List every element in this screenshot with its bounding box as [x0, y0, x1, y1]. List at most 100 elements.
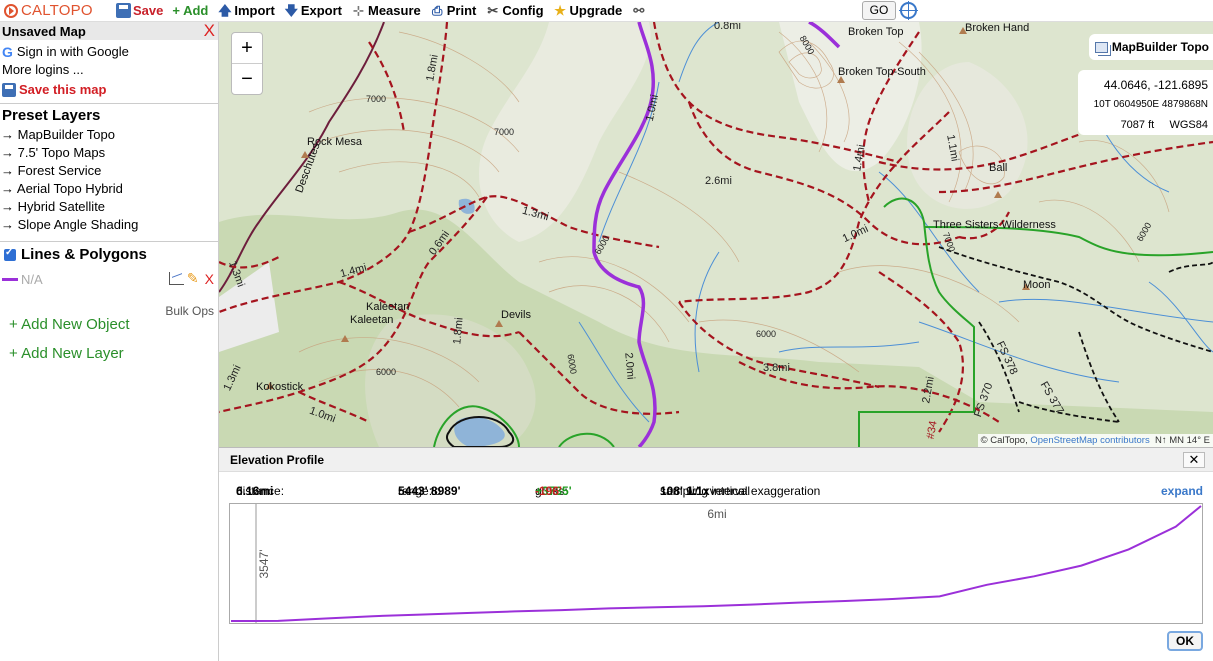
exaggeration-label: vertical exaggeration [709, 484, 821, 498]
sampling-stat: sampling interval 108' w/ 1.1x vertical … [660, 484, 820, 498]
elevation-profile-title: Elevation Profile [230, 452, 325, 467]
base-layer-selector[interactable]: MapBuilder Topo [1088, 34, 1213, 60]
import-label: Import [234, 3, 275, 18]
coordinate-readout: 44.0646, -121.6895 10T 0604950E 4879868N… [1078, 70, 1213, 135]
google-icon: G [2, 44, 13, 60]
preset-layer-mapbuilder-topo[interactable]: → MapBuilder Topo [0, 126, 218, 144]
save-this-map-label: Save this map [19, 82, 107, 97]
place-label: Kaleetan [366, 301, 410, 313]
binoculars-icon: ⚯ [633, 3, 645, 18]
place-label: Kaleetan [350, 314, 394, 326]
save-icon [2, 83, 16, 97]
zoom-control: + − [231, 32, 263, 95]
top-toolbar: CALTOPO Save + Add 🡅 Import 🡇 Export ⊹ M… [0, 0, 1213, 22]
ok-button[interactable]: OK [1167, 631, 1203, 651]
more-logins-link[interactable]: More logins ... [0, 61, 218, 79]
measure-icon: ⊹ [353, 3, 364, 18]
place-label: Moon [1023, 279, 1051, 291]
distance-label: 0.8mi [714, 22, 741, 32]
save-button[interactable]: Save [116, 3, 163, 18]
contour-label: 7000 [366, 94, 387, 104]
caltopo-logo[interactable]: CALTOPO [4, 2, 116, 19]
attribution-text: © CalTopo, [980, 435, 1031, 446]
preset-layer-aerial-topo-hybrid[interactable]: → Aerial Topo Hybrid [0, 180, 218, 198]
close-sidebar-button[interactable]: X [204, 22, 215, 39]
logo-text: CALTOPO [21, 2, 93, 19]
place-label: Ball [989, 162, 1008, 174]
map-canvas [219, 22, 1213, 447]
place-label: Devils [501, 309, 531, 321]
config-label: Config [502, 3, 544, 18]
distance-label: 3.8mi [763, 362, 790, 374]
line-object-name[interactable]: N/A [21, 272, 43, 287]
range-stat: range: 5443' to 8989' [398, 484, 460, 498]
measure-label: Measure [368, 3, 421, 18]
measure-button[interactable]: ⊹ Measure [351, 3, 421, 18]
map-view[interactable]: Broken Top Broken Hand Broken Top-South … [219, 22, 1213, 447]
delete-object-button[interactable]: X [205, 271, 214, 287]
preset-layer-slope-angle[interactable]: → Slope Angle Shading [0, 216, 218, 234]
import-button[interactable]: 🡅 Import [217, 3, 275, 18]
osm-link[interactable]: OpenStreetMap contributors [1030, 435, 1149, 446]
y-tick-label: 3547' [257, 550, 271, 579]
bulk-ops-button[interactable]: Bulk Ops [165, 304, 214, 318]
place-label: Broken Top-South [838, 66, 926, 78]
elevation-chart[interactable]: 6mi 3547' [229, 503, 1203, 624]
preset-layers-title: Preset Layers [2, 107, 101, 124]
lines-polygons-header[interactable]: Lines & Polygons [0, 242, 218, 265]
download-arrow-icon: 🡇 [284, 3, 299, 18]
line-color-swatch [2, 277, 18, 281]
add-new-layer-link[interactable]: + Add New Layer [0, 339, 218, 368]
config-button[interactable]: ✂ Config [485, 3, 543, 18]
line-object-row[interactable]: N/A ✎ X [0, 270, 218, 288]
preset-layer-hybrid-satellite[interactable]: → Hybrid Satellite [0, 198, 218, 216]
upload-arrow-icon: 🡅 [218, 3, 232, 18]
add-button[interactable]: + Add [172, 3, 208, 18]
locate-crosshair-icon[interactable] [899, 1, 918, 20]
export-label: Export [300, 3, 342, 18]
contour-label: 6000 [376, 367, 397, 377]
sign-in-label: Sign in with Google [16, 44, 129, 59]
save-this-map-link[interactable]: Save this map [0, 81, 218, 99]
contour-label: 7000 [494, 127, 515, 137]
elevation-readout: 7087 ft [1120, 119, 1155, 131]
google-sign-in[interactable]: G Sign in with Google [0, 43, 218, 61]
contour-label: 6000 [756, 329, 777, 339]
latlon-readout: 44.0646, -121.6895 [1103, 78, 1208, 92]
pencil-icon[interactable]: ✎ [187, 270, 199, 287]
preset-layer-forest-service[interactable]: → Forest Service [0, 162, 218, 180]
map-title: Unsaved Map [2, 23, 86, 39]
export-button[interactable]: 🡇 Export [284, 3, 342, 18]
print-button[interactable]: ⎙ Print [430, 3, 476, 18]
lines-polygons-title: Lines & Polygons [21, 246, 147, 263]
distance-label: 2.0mi [622, 352, 637, 380]
sampling-w: w/ [686, 484, 699, 498]
place-label: Broken Hand [965, 22, 1030, 34]
distance-label: 1.8mi [451, 317, 466, 345]
place-label: Kokostick [256, 381, 304, 393]
zoom-in-button[interactable]: + [232, 33, 262, 64]
sidebar: Unsaved Map X G Sign in with Google More… [0, 22, 219, 661]
elevation-chart-svg: 6mi 3547' [230, 504, 1202, 623]
place-label: Broken Top [848, 26, 904, 38]
preset-layer-7-5-topo[interactable]: → 7.5' Topo Maps [0, 144, 218, 162]
preset-layer-list: → MapBuilder Topo → 7.5' Topo Maps → For… [0, 126, 218, 234]
expand-link[interactable]: expand [1161, 484, 1203, 498]
upgrade-button[interactable]: ★ Upgrade [553, 3, 622, 18]
close-profile-button[interactable]: ✕ [1183, 452, 1205, 468]
lines-polygons-checkbox[interactable] [4, 247, 16, 261]
north-indicator: N↑ MN 14° E [1154, 435, 1210, 446]
caltopo-logo-icon [4, 3, 18, 18]
go-button[interactable]: GO [862, 1, 896, 20]
map-attribution: © CalTopo, OpenStreetMap contributors N↑… [977, 434, 1213, 447]
layers-icon [1094, 41, 1108, 53]
profile-stats: distance: 6.16mi range: 5443' to 8989' g… [219, 484, 1213, 500]
search-places-button[interactable]: ⚯ [631, 3, 648, 18]
elevation-profile-panel: Elevation Profile ✕ distance: 6.16mi ran… [219, 447, 1213, 661]
elevation-profile-icon[interactable] [168, 272, 184, 285]
zoom-out-button[interactable]: − [232, 64, 262, 95]
star-icon: ★ [554, 3, 566, 18]
x-tick-label: 6mi [707, 507, 726, 521]
save-label: Save [133, 3, 164, 18]
elevation-line [230, 505, 1202, 622]
